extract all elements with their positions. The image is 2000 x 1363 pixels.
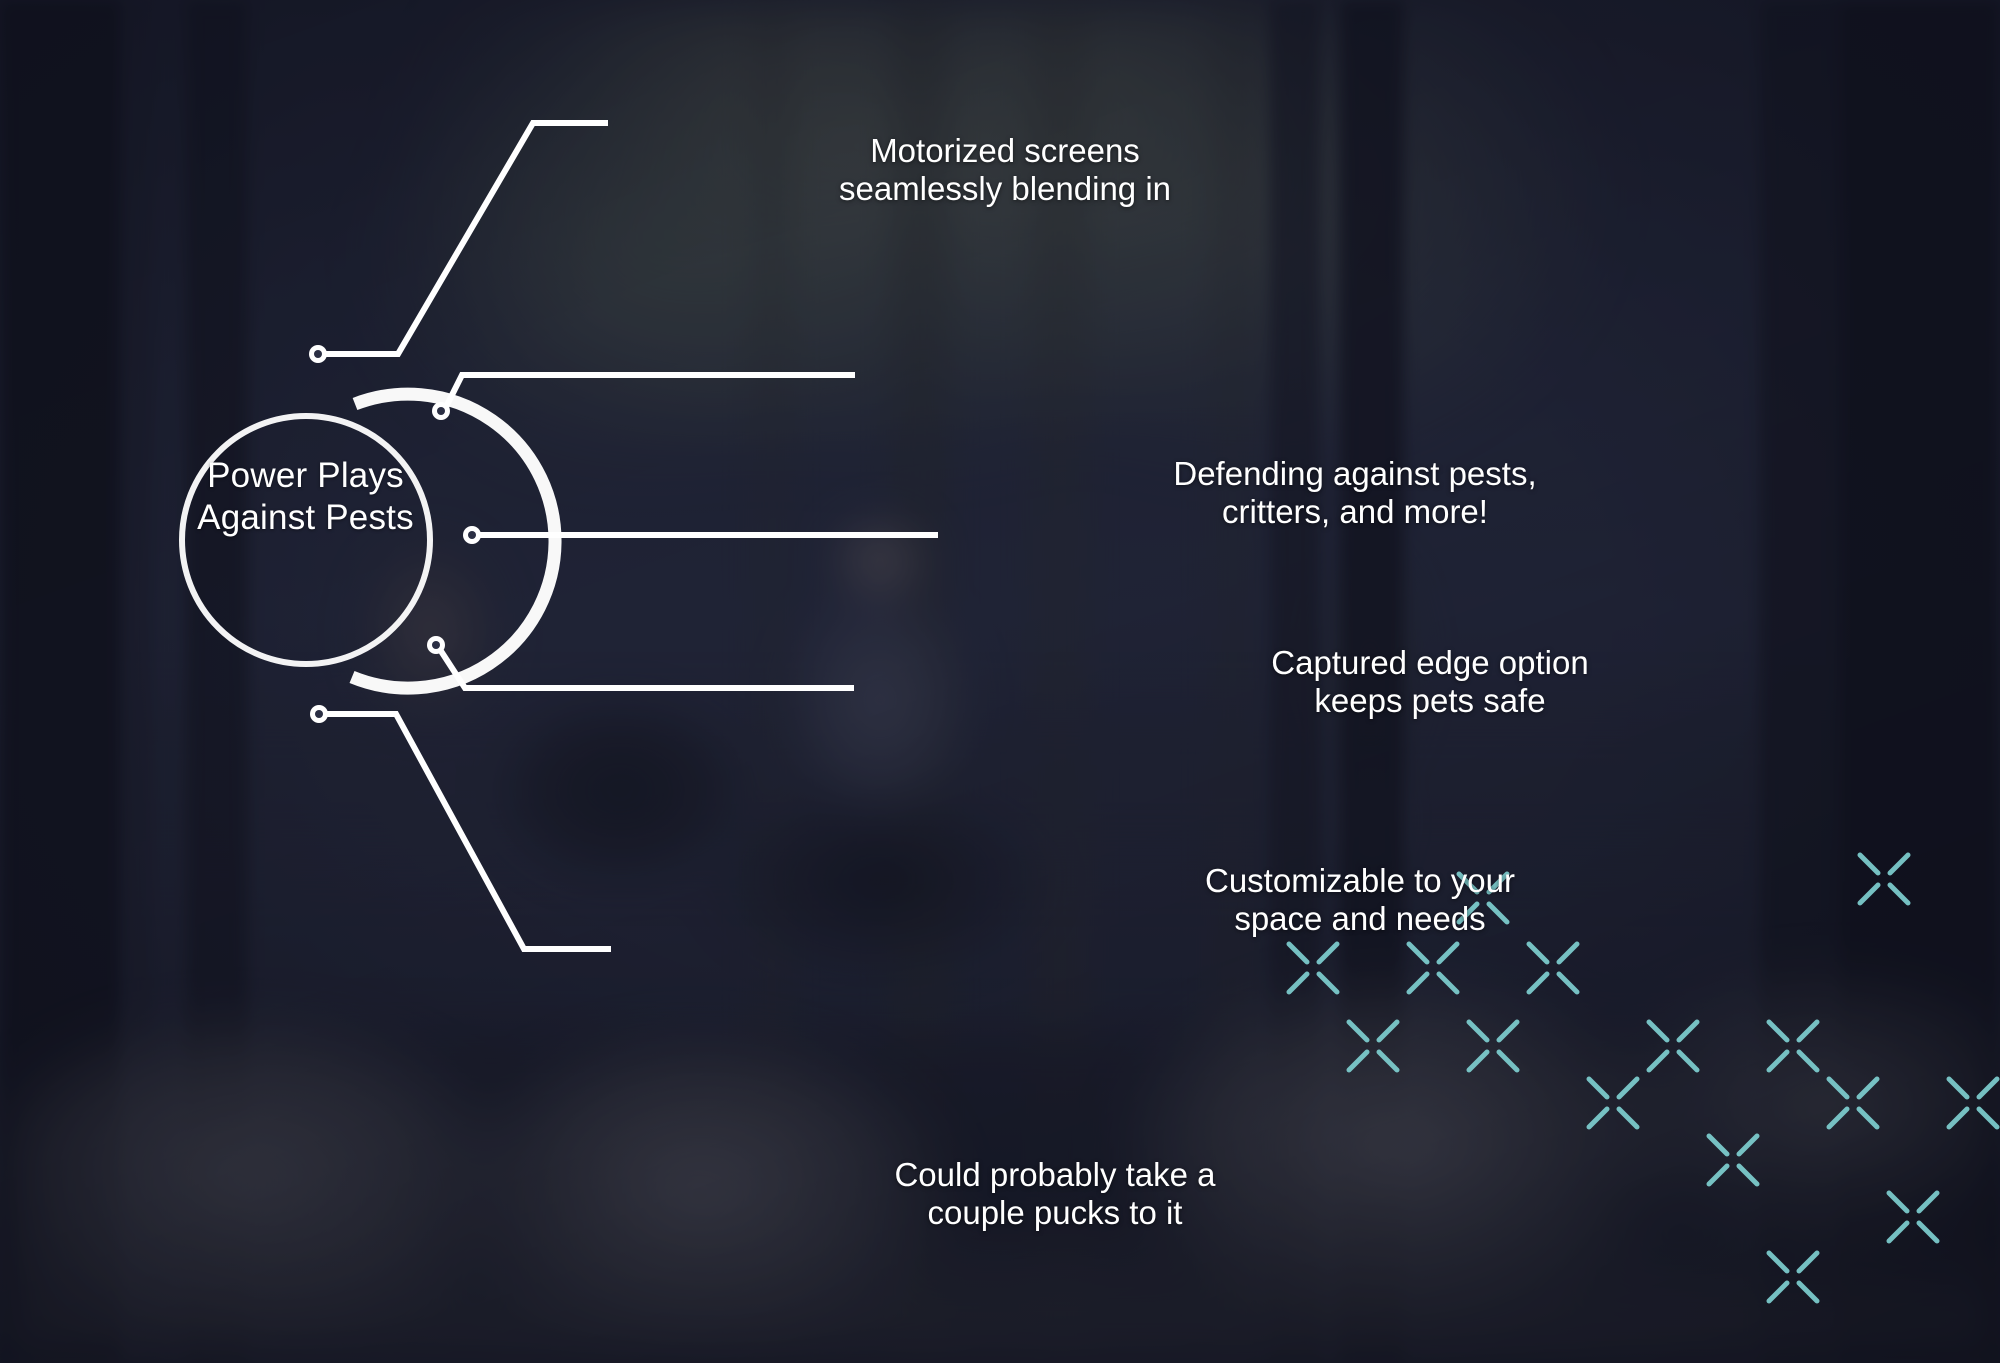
infographic-canvas: Power Plays Against Pests Motorized scre… <box>0 0 2000 1363</box>
callout-line-2: seamlessly blending in <box>838 169 1171 207</box>
connector-captured-edge <box>463 526 938 544</box>
x-mark <box>1466 1019 1520 1073</box>
x-mark <box>1346 1019 1400 1073</box>
x-mark <box>1766 1250 1820 1304</box>
callout-label-captured-edge: Captured edge option keeps pets safe <box>1215 644 1645 720</box>
callout-line-1: Defending against pests, <box>1173 455 1537 492</box>
x-mark <box>1766 1019 1820 1073</box>
x-mark <box>1826 1076 1880 1130</box>
callout-line-2: couple pucks to it <box>927 1193 1183 1231</box>
x-mark <box>1646 1019 1700 1073</box>
callout-line-1: Captured edge option <box>1271 644 1589 681</box>
connector-puck-resistant <box>310 705 611 952</box>
x-mark <box>1286 941 1340 995</box>
callout-line-2: space and needs <box>1234 899 1486 937</box>
callout-line-2: critters, and more! <box>1222 492 1488 530</box>
callout-label-puck-resistant: Could probably take a couple pucks to it <box>835 1156 1275 1232</box>
connector-defending-pests <box>432 372 855 420</box>
x-mark <box>1526 941 1580 995</box>
x-mark <box>1857 852 1911 906</box>
callout-label-defending-pests: Defending against pests, critters, and m… <box>1110 455 1600 531</box>
hub-outer-arc <box>349 387 562 695</box>
callout-label-customizable: Customizable to your space and needs <box>1145 862 1575 938</box>
connector-motorized-screens <box>309 120 608 363</box>
hub-inner-ring <box>179 413 433 667</box>
x-mark <box>1406 941 1460 995</box>
callout-line-1: Could probably take a <box>894 1156 1216 1193</box>
callout-line-1: Motorized screens <box>870 132 1140 169</box>
x-mark <box>1946 1076 2000 1130</box>
x-mark <box>1886 1190 1940 1244</box>
callout-label-motorized-screens: Motorized screens seamlessly blending in <box>805 132 1205 208</box>
callout-line-2: keeps pets safe <box>1314 681 1546 719</box>
callout-line-1: Customizable to your <box>1205 862 1515 899</box>
x-mark <box>1586 1076 1640 1130</box>
x-mark <box>1706 1133 1760 1187</box>
